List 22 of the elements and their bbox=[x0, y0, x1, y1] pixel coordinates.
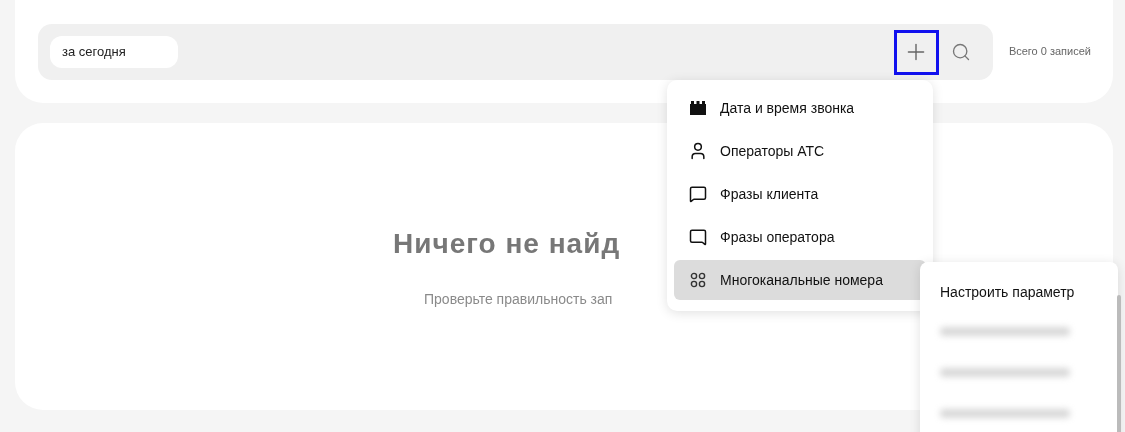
menu-item-label: Дата и время звонка bbox=[720, 98, 855, 118]
chat-icon bbox=[689, 185, 707, 203]
menu-item[interactable]: Фразы оператора bbox=[674, 217, 926, 257]
grid-icon bbox=[690, 272, 706, 288]
records-count: Всего 0 записей bbox=[1008, 44, 1091, 59]
empty-subtitle: Проверьте правильность зап bbox=[424, 290, 613, 309]
menu-item-label: Многоканальные номера bbox=[720, 270, 883, 290]
menu-item[interactable]: Многоканальные номера bbox=[674, 260, 926, 300]
menu-item[interactable]: Дата и время звонка bbox=[674, 88, 926, 128]
user-icon bbox=[688, 141, 708, 161]
calendar-icon bbox=[689, 100, 707, 116]
menu-item[interactable]: Операторы АТС bbox=[674, 131, 926, 171]
submenu-title: Настроить параметр bbox=[940, 283, 1076, 302]
empty-title: Ничего не найд bbox=[393, 227, 621, 261]
add-button[interactable] bbox=[893, 29, 939, 75]
search-icon bbox=[950, 42, 971, 62]
menu-item-label: Операторы АТС bbox=[720, 141, 825, 161]
date-chip[interactable]: за сегодня bbox=[50, 36, 178, 68]
menu-item-label: Фразы оператора bbox=[720, 227, 835, 247]
menu-item[interactable]: Фразы клиента bbox=[674, 174, 926, 214]
menu-item-label: Фразы клиента bbox=[720, 184, 819, 204]
chat-icon bbox=[689, 228, 707, 246]
